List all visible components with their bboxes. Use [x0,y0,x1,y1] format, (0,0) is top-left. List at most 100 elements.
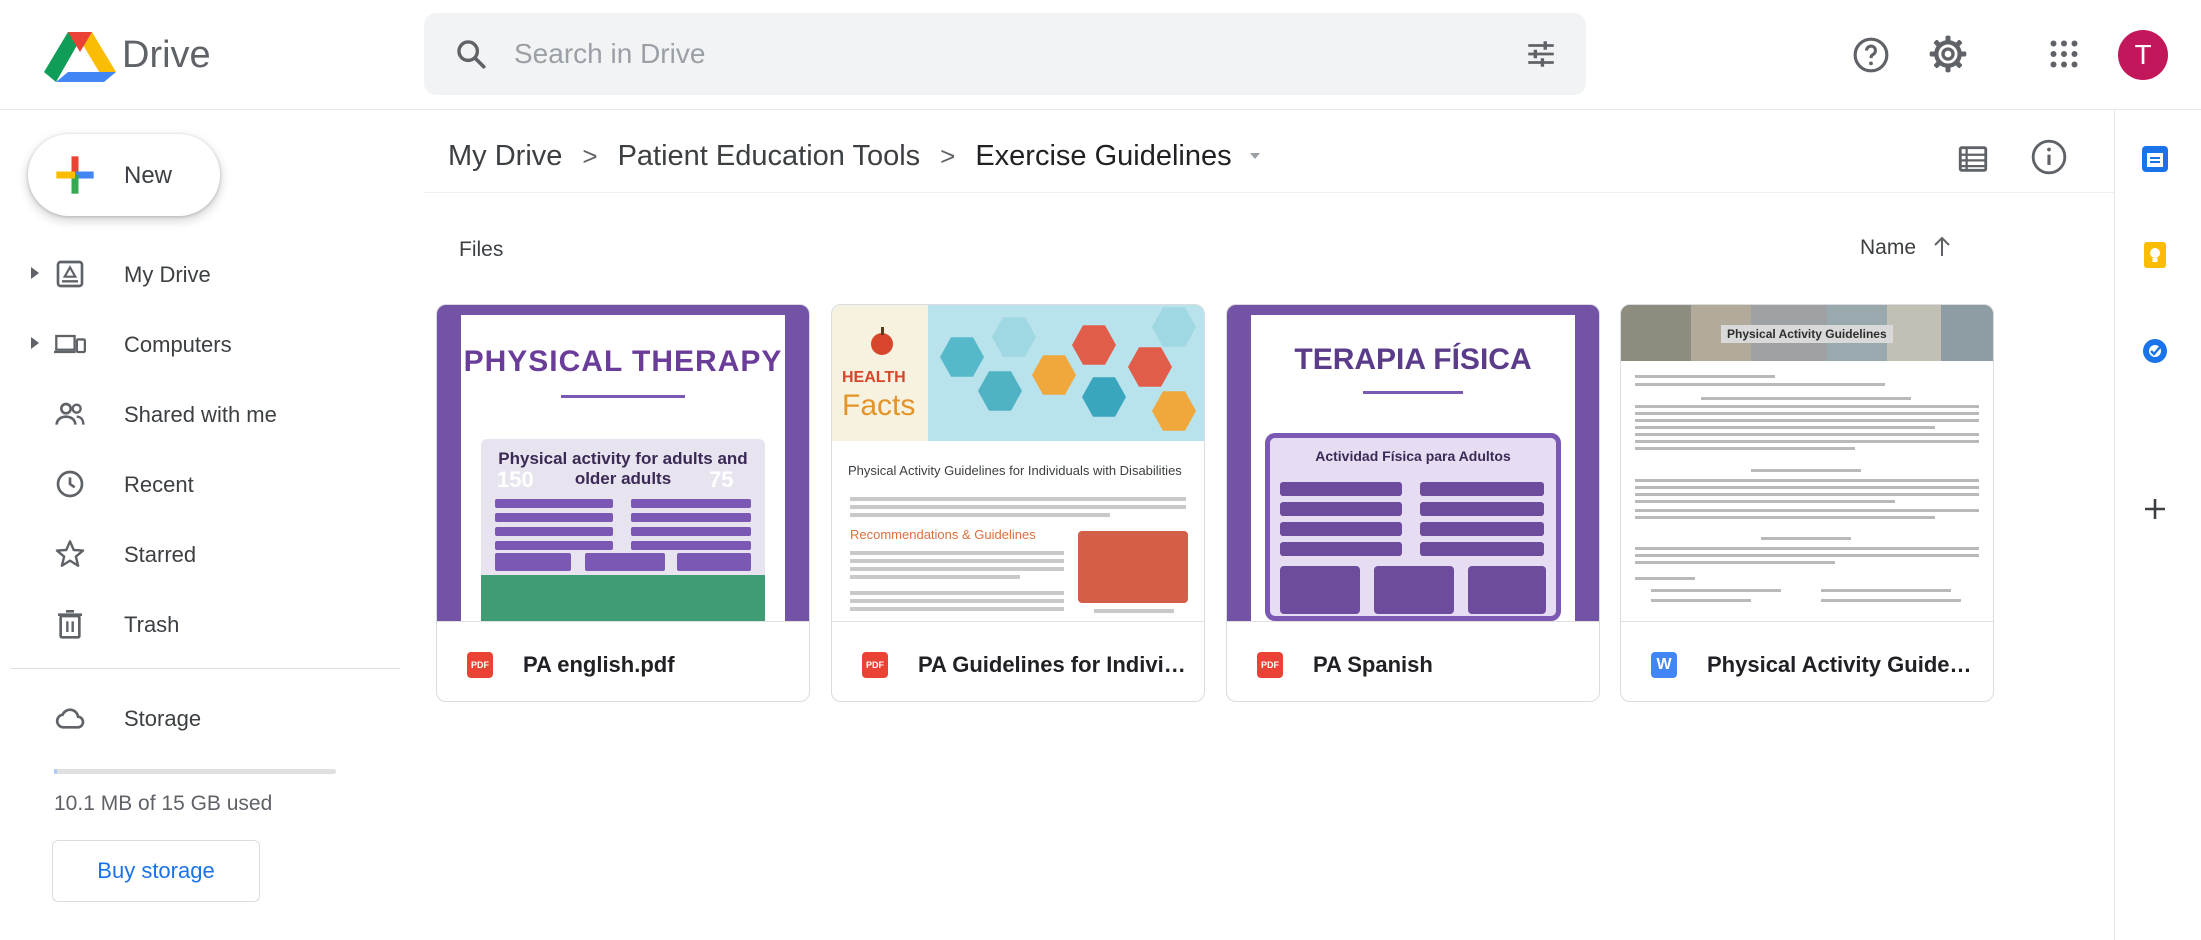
thumbnail-text-line [850,607,1064,611]
file-card-footer[interactable]: PDF PA Guidelines for Individu... [832,621,1204,701]
thumbnail-text-line [1635,493,1979,496]
file-thumbnail[interactable]: PHYSICAL THERAPY Physical activity for a… [437,305,809,621]
files-section-title: Files [459,238,504,261]
hexagon-shape [1152,307,1196,347]
file-name[interactable]: Physical Activity Guidelin... [1707,652,1977,678]
keep-app-icon[interactable] [2140,240,2170,270]
expand-arrow-icon[interactable] [30,266,40,280]
file-card-footer[interactable]: W Physical Activity Guidelin... [1621,621,1993,701]
clock-icon [56,470,84,498]
thumbnail-row [1280,542,1402,556]
search-bar[interactable] [424,13,1586,95]
thumbnail-row [1280,522,1402,536]
hexagon-shape [978,371,1022,411]
sidebar-item-storage[interactable]: Storage [0,688,380,748]
breadcrumb-item-my-drive[interactable]: My Drive [448,140,562,173]
sidebar-item-label: Recent [124,472,194,497]
pdf-file-icon: PDF [467,652,493,678]
thumbnail-text-line [850,567,1064,571]
thumbnail-text-line [1761,537,1851,540]
thumbnail-page: PHYSICAL THERAPY Physical activity for a… [461,315,785,621]
thumbnail-row [631,499,751,508]
search-options-icon[interactable] [1524,37,1558,71]
file-thumbnail[interactable]: HEALTH Facts Physical Activity Guideline… [832,305,1204,621]
thumbnail-text-line [1635,433,1979,436]
app-title[interactable]: Drive [122,34,211,77]
side-panel-divider [2114,110,2115,940]
breadcrumb-item-exercise-guidelines[interactable]: Exercise Guidelines [975,140,1231,173]
tasks-app-icon[interactable] [2140,336,2170,366]
thumbnail-text-line [1635,447,1855,450]
sidebar-item-my-drive[interactable]: My Drive [0,244,380,304]
thumbnail-text-line [1635,375,1775,378]
plus-icon [56,156,94,194]
info-icon[interactable] [2030,138,2068,176]
sidebar-item-trash[interactable]: Trash [0,594,380,654]
my-drive-icon [56,260,84,288]
file-name[interactable]: PA Spanish [1313,652,1583,678]
chevron-down-icon[interactable] [1248,151,1262,161]
thumbnail-callout-box [1078,531,1188,603]
sort-by-name-button[interactable]: Name [1860,236,1916,260]
search-icon[interactable] [454,37,488,71]
thumbnail-text-line [850,513,1110,517]
help-icon[interactable] [1852,36,1890,74]
file-card-pa-guidelines[interactable]: HEALTH Facts Physical Activity Guideline… [831,304,1205,702]
file-card-physical-activity-guidelines[interactable]: Physical Activity Guidelines W Physical … [1620,304,1994,702]
thumbnail-text-line [1635,419,1979,422]
file-card-footer[interactable]: PDF PA Spanish [1227,621,1599,701]
sidebar-item-label: Shared with me [124,402,277,427]
breadcrumb: My Drive > Patient Education Tools > Exe… [448,136,1262,176]
new-button[interactable]: New [28,134,220,216]
apps-grid-icon[interactable] [2046,36,2082,72]
thumbnail-text-line [1821,589,1951,592]
cloud-icon [55,708,85,729]
thumbnail-row [1420,482,1544,496]
thumbnail-title: TERAPIA FÍSICA [1294,343,1532,376]
add-addon-plus-icon[interactable] [2140,494,2170,524]
sidebar-item-computers[interactable]: Computers [0,314,380,374]
thumbnail-banner: HEALTH Facts [832,305,1204,441]
drive-logo-icon[interactable] [44,30,116,82]
file-name[interactable]: PA Guidelines for Individu... [918,652,1188,678]
thumbnail-number: 150 [497,467,534,492]
thumbnail-photo-strip: Physical Activity Guidelines [1621,305,1993,361]
list-view-icon[interactable] [1956,142,1990,176]
thumbnail-text-line [1635,486,1979,489]
file-card-pa-spanish[interactable]: TERAPIA FÍSICA Actividad Física para Adu… [1226,304,1600,702]
sidebar-item-starred[interactable]: Starred [0,524,380,584]
word-doc-file-icon: W [1651,652,1677,678]
thumbnail-row [1420,502,1544,516]
hexagon-shape [1072,325,1116,365]
thumbnail-text-line [1635,440,1979,443]
storage-usage-fill [54,769,58,774]
thumbnail-text-line [1635,509,1979,512]
thumbnail-box-title: Actividad Física para Adultos [1315,448,1511,464]
hexagon-shape [1152,391,1196,431]
calendar-app-icon[interactable] [2140,144,2170,174]
file-thumbnail[interactable]: TERAPIA FÍSICA Actividad Física para Adu… [1227,305,1599,621]
breadcrumb-item-patient-education-tools[interactable]: Patient Education Tools [618,140,921,173]
file-thumbnail[interactable]: Physical Activity Guidelines [1621,305,1993,621]
thumbnail-text-line [1635,554,1979,557]
star-icon [55,540,85,567]
sidebar-item-recent[interactable]: Recent [0,454,380,514]
thumbnail-photo [1887,305,1941,361]
expand-arrow-icon[interactable] [30,336,40,350]
thumbnail-row [495,553,571,571]
thumbnail-text-line [850,497,1186,501]
arrow-up-icon[interactable] [1930,234,1954,260]
thumbnail-text-line [1635,547,1979,550]
thumbnail-row [1420,522,1544,536]
thumbnail-text-line [1635,500,1895,503]
buy-storage-button[interactable]: Buy storage [52,840,260,902]
settings-gear-icon[interactable] [1928,34,1968,74]
file-card-pa-english[interactable]: PHYSICAL THERAPY Physical activity for a… [436,304,810,702]
sidebar-item-label: Computers [124,332,232,357]
account-avatar[interactable]: T [2118,30,2168,80]
pdf-file-icon: PDF [1257,652,1283,678]
search-input[interactable] [514,33,1414,75]
file-card-footer[interactable]: PDF PA english.pdf [437,621,809,701]
sidebar-item-shared-with-me[interactable]: Shared with me [0,384,380,444]
file-name[interactable]: PA english.pdf [523,652,793,678]
